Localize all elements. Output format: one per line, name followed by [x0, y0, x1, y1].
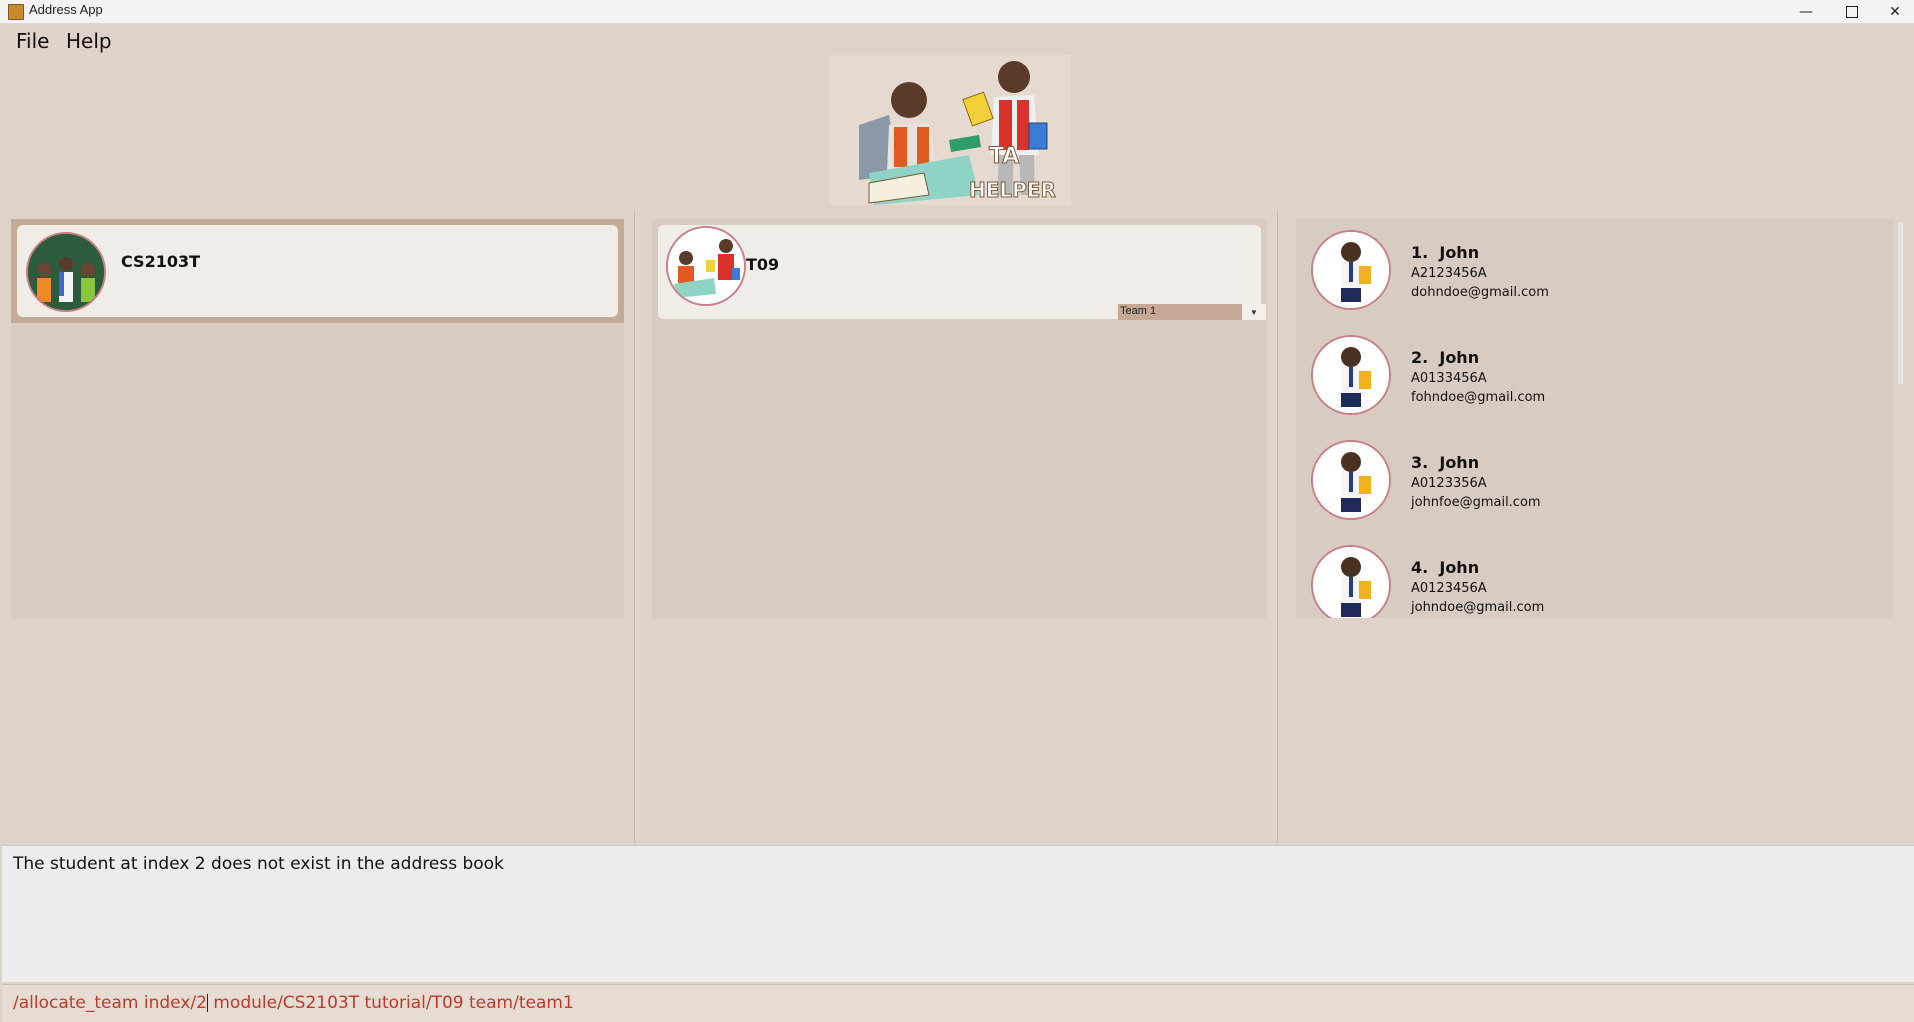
- svg-text:TA: TA: [989, 144, 1019, 169]
- column-divider[interactable]: [1277, 210, 1278, 843]
- module-list-panel: CS2103T: [11, 219, 624, 618]
- minimize-button[interactable]: —: [1783, 0, 1829, 23]
- student-id: A0133456A: [1411, 371, 1487, 386]
- student-id: A0123456A: [1411, 581, 1487, 596]
- student-email: fohndoe@gmail.com: [1411, 390, 1546, 405]
- tutorial-avatar: [666, 226, 746, 306]
- module-card-selected[interactable]: CS2103T: [11, 219, 624, 323]
- student-avatar: [1311, 335, 1391, 415]
- student-email: johndoe@gmail.com: [1411, 600, 1545, 615]
- student-id: A0123356A: [1411, 476, 1487, 491]
- student-list-scrollbar[interactable]: [1898, 222, 1903, 384]
- student-name: 1. John: [1411, 243, 1480, 262]
- window-title: Address App: [29, 2, 103, 17]
- student-name: 3. John: [1411, 453, 1480, 472]
- svg-text:HELPER: HELPER: [969, 178, 1056, 202]
- student-card[interactable]: 3. John A0123356A johnfoe@gmail.com: [1296, 429, 1886, 534]
- result-display: The student at index 2 does not exist in…: [2, 845, 1914, 982]
- team-dropdown[interactable]: Team 1 ▼: [1118, 304, 1266, 320]
- close-button[interactable]: ✕: [1872, 0, 1914, 23]
- tutorial-code: T09: [746, 255, 780, 274]
- tutorial-card[interactable]: T09 Team 1 ▼: [658, 225, 1266, 320]
- module-code: CS2103T: [121, 252, 201, 271]
- student-card[interactable]: 1. John A2123456A dohndoe@gmail.com: [1296, 219, 1886, 324]
- student-icon: [1313, 442, 1389, 518]
- tutorial-list-panel: T09 Team 1 ▼: [652, 219, 1267, 618]
- student-avatar: [1311, 440, 1391, 520]
- column-divider[interactable]: [634, 210, 635, 843]
- menu-help[interactable]: Help: [66, 29, 112, 53]
- ta-helper-logo: TA HELPER: [829, 55, 1071, 205]
- menu-file[interactable]: File: [16, 29, 49, 53]
- student-name: 2. John: [1411, 348, 1480, 367]
- module-avatar: [26, 232, 106, 312]
- menu-bar: File Help: [0, 23, 1914, 57]
- student-email: johnfoe@gmail.com: [1411, 495, 1541, 510]
- student-avatar: [1311, 545, 1391, 618]
- student-card[interactable]: 2. John A0133456A fohndoe@gmail.com: [1296, 324, 1886, 429]
- student-id: A2123456A: [1411, 266, 1487, 281]
- student-name: 4. John: [1411, 558, 1480, 577]
- student-email: dohndoe@gmail.com: [1411, 285, 1549, 300]
- student-avatar: [1311, 230, 1391, 310]
- maximize-button[interactable]: [1829, 0, 1875, 23]
- chevron-down-icon[interactable]: ▼: [1242, 304, 1266, 320]
- command-input[interactable]: /allocate_team index/2 module/CS2103T tu…: [13, 993, 574, 1013]
- result-message: The student at index 2 does not exist in…: [13, 854, 504, 874]
- student-icon: [1313, 232, 1389, 308]
- student-icon: [1313, 547, 1389, 618]
- module-card[interactable]: CS2103T: [17, 225, 618, 317]
- maximize-icon: [1846, 5, 1858, 18]
- window-titlebar: Address App — ✕: [0, 0, 1914, 24]
- student-list-panel: 1. John A2123456A dohndoe@gmail.com 2. J…: [1296, 219, 1894, 618]
- module-group-icon: [28, 234, 104, 310]
- team-dropdown-value: Team 1: [1120, 305, 1157, 317]
- tutorial-ta-icon: [668, 228, 744, 304]
- app-icon: [8, 4, 24, 20]
- student-icon: [1313, 337, 1389, 413]
- student-card[interactable]: 4. John A0123456A johndoe@gmail.com: [1296, 534, 1886, 618]
- command-box[interactable]: /allocate_team index/2 module/CS2103T tu…: [2, 984, 1914, 1022]
